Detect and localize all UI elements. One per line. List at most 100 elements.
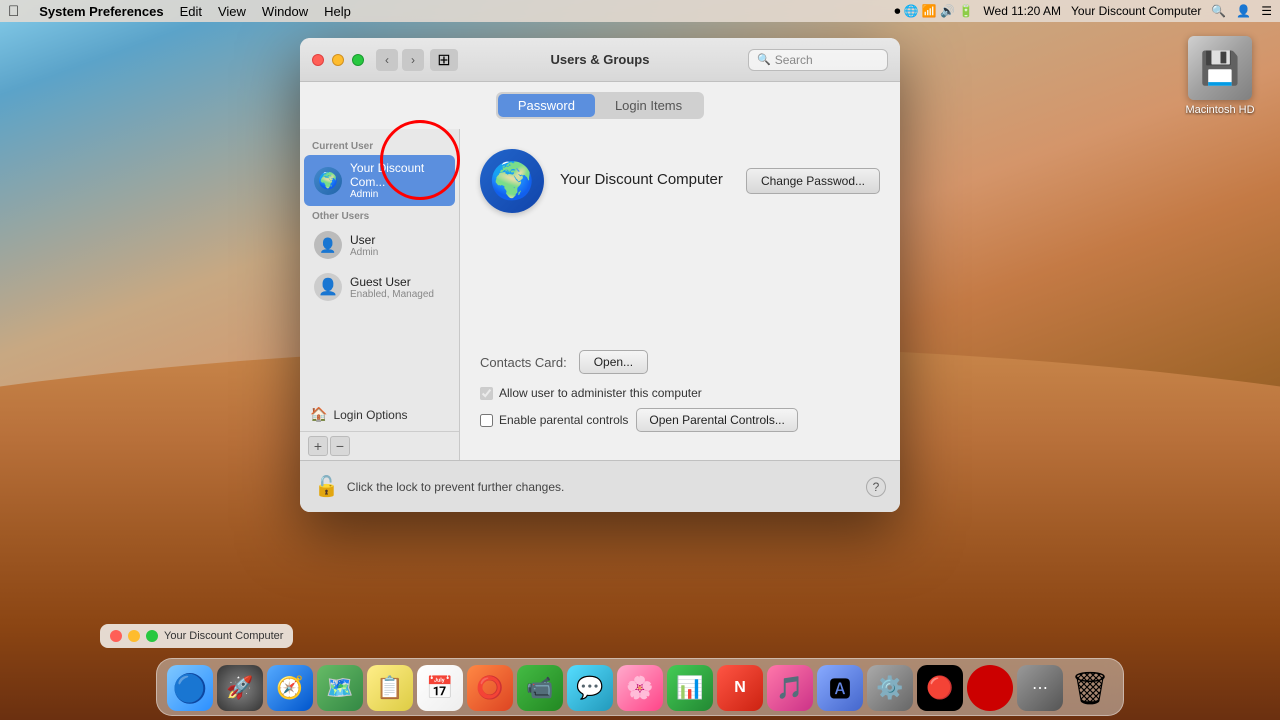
dock-item-maps[interactable]: 🗺️ [317,665,363,711]
sidebar-user-name-0: Your Discount Com... [350,161,445,189]
sidebar-user-role-0: Admin [350,189,445,200]
main-content: 🌍 Your Discount Computer Change Passwod.… [460,129,900,460]
floating-max-btn[interactable] [146,630,158,642]
macintosh-hd-label: Macintosh HD [1185,104,1254,116]
current-user-avatar: 🌍 [480,149,544,213]
lock-info: 🔓 Click the lock to prevent further chan… [314,474,564,499]
change-password-button[interactable]: Change Passwod... [746,168,880,194]
search-box[interactable]: 🔍 Search [748,49,888,71]
current-user-label: Current User [300,137,459,154]
sidebar: Current User 🌍 Your Discount Com... Admi… [300,129,460,460]
menubar-view[interactable]: View [218,4,246,19]
user-avatar-2: 👤 [314,273,342,301]
dock-item-reminders[interactable]: ⭕ [467,665,513,711]
desktop:  System Preferences Edit View Window He… [0,0,1280,720]
sidebar-user-1[interactable]: 👤 User Admin [304,225,455,265]
sidebar-user-2[interactable]: 👤 Guest User Enabled, Managed [304,267,455,307]
open-contacts-button[interactable]: Open... [579,350,648,374]
open-parental-controls-button[interactable]: Open Parental Controls... [636,408,797,432]
dock-item-safari[interactable]: 🧭 [267,665,313,711]
dock-item-photos[interactable]: 🌸 [617,665,663,711]
dock-item-numbers[interactable]: 📊 [667,665,713,711]
user-header: 🌍 Your Discount Computer Change Passwod.… [480,149,880,213]
search-icon: 🔍 [757,53,771,66]
dock-item-more[interactable]: ⋯ [1017,665,1063,711]
menubar-edit[interactable]: Edit [180,4,202,19]
sidebar-user-name-1: User [350,233,378,247]
back-button[interactable]: ‹ [376,49,398,71]
dock-item-red2[interactable] [967,665,1013,711]
sidebar-user-0[interactable]: 🌍 Your Discount Com... Admin [304,155,455,206]
dock-item-messages[interactable]: 💬 [567,665,613,711]
floating-window-label: Your Discount Computer [164,630,283,642]
apple-menu[interactable]:  [8,3,19,20]
parental-controls-label: Enable parental controls [499,413,628,427]
dock-item-appstore[interactable]: 🅰 [817,665,863,711]
floating-close-btn[interactable] [110,630,122,642]
login-options-item[interactable]: 🏠 Login Options [300,398,459,431]
user-avatar-0: 🌍 [314,167,342,195]
dock-item-trash[interactable]: 🗑 [1067,665,1113,711]
tab-group: Password Login Items [496,92,704,119]
parental-controls-row: Enable parental controls Open Parental C… [480,408,880,432]
menubar-user-icon[interactable]: 👤 [1236,4,1251,18]
finder-icon: 🔵 [167,665,213,711]
lock-bar: 🔓 Click the lock to prevent further chan… [300,460,900,512]
macintosh-hd-icon[interactable]: 💾 Macintosh HD [1180,36,1260,116]
login-options-label: Login Options [333,408,407,422]
titlebar: ‹ › ⊞ Users & Groups 🔍 Search [300,38,900,82]
minimize-button[interactable] [332,54,344,66]
lock-text: Click the lock to prevent further change… [347,480,564,494]
search-placeholder[interactable]: Search [775,53,813,67]
menubar-computer-name: Your Discount Computer [1071,4,1201,18]
dock-item-facetime[interactable]: 📹 [517,665,563,711]
menubar-help[interactable]: Help [324,4,351,19]
menubar-app-name[interactable]: System Preferences [39,4,163,19]
dock-item-music[interactable]: 🎵 [767,665,813,711]
close-button[interactable] [312,54,324,66]
help-button[interactable]: ? [866,477,886,497]
sidebar-spacer [300,308,459,398]
grid-button[interactable]: ⊞ [430,49,458,71]
tab-password[interactable]: Password [498,94,595,117]
maximize-button[interactable] [352,54,364,66]
allow-admin-label: Allow user to administer this computer [499,386,702,400]
dock: 🔵 🚀 🧭 🗺️ 📋 📅 ⭕ 📹 💬 [156,658,1124,716]
add-user-button[interactable]: + [308,436,328,456]
tab-login-items[interactable]: Login Items [595,94,702,117]
floating-window-thumbnail: Your Discount Computer [100,624,293,648]
dock-item-launchpad[interactable]: 🚀 [217,665,263,711]
menubar-window[interactable]: Window [262,4,308,19]
window-title: Users & Groups [551,52,650,67]
lock-icon[interactable]: 🔓 [314,474,339,499]
allow-admin-row: Allow user to administer this computer [480,386,880,400]
forward-button[interactable]: › [402,49,424,71]
menubar:  System Preferences Edit View Window He… [0,0,1280,22]
user-avatar-1: 👤 [314,231,342,259]
allow-admin-checkbox[interactable] [480,387,493,400]
user-fullname: Your Discount Computer [560,171,746,188]
macintosh-hd-img: 💾 [1188,36,1252,100]
parental-controls-checkbox[interactable] [480,414,493,427]
dock-item-finder[interactable]: 🔵 [167,665,213,711]
sidebar-user-role-2: Enabled, Managed [350,289,434,300]
dock-item-notes[interactable]: 📋 [367,665,413,711]
sidebar-bottom-buttons: + − [300,431,459,460]
floating-min-btn[interactable] [128,630,140,642]
menubar-menu-icon[interactable]: ☰ [1261,4,1272,18]
dock-item-vpn[interactable]: 🔴 [917,665,963,711]
tab-bar: Password Login Items [300,82,900,129]
nav-buttons: ‹ › [376,49,424,71]
menubar-icons: ⏺ 🌐 📶 🔊 🔋 [894,4,973,19]
window-body: Password Login Items Current User 🌍 Your… [300,82,900,512]
remove-user-button[interactable]: − [330,436,350,456]
dock-item-calendar[interactable]: 📅 [417,665,463,711]
dock-item-sysprefs[interactable]: ⚙️ [867,665,913,711]
traffic-lights [312,54,364,66]
users-groups-window: ‹ › ⊞ Users & Groups 🔍 Search Password L… [300,38,900,512]
menubar-search-icon[interactable]: 🔍 [1211,4,1226,18]
content-area: Current User 🌍 Your Discount Com... Admi… [300,129,900,460]
dock-item-news[interactable]: N [717,665,763,711]
sidebar-user-role-1: Admin [350,247,378,258]
contacts-label: Contacts Card: [480,355,567,370]
